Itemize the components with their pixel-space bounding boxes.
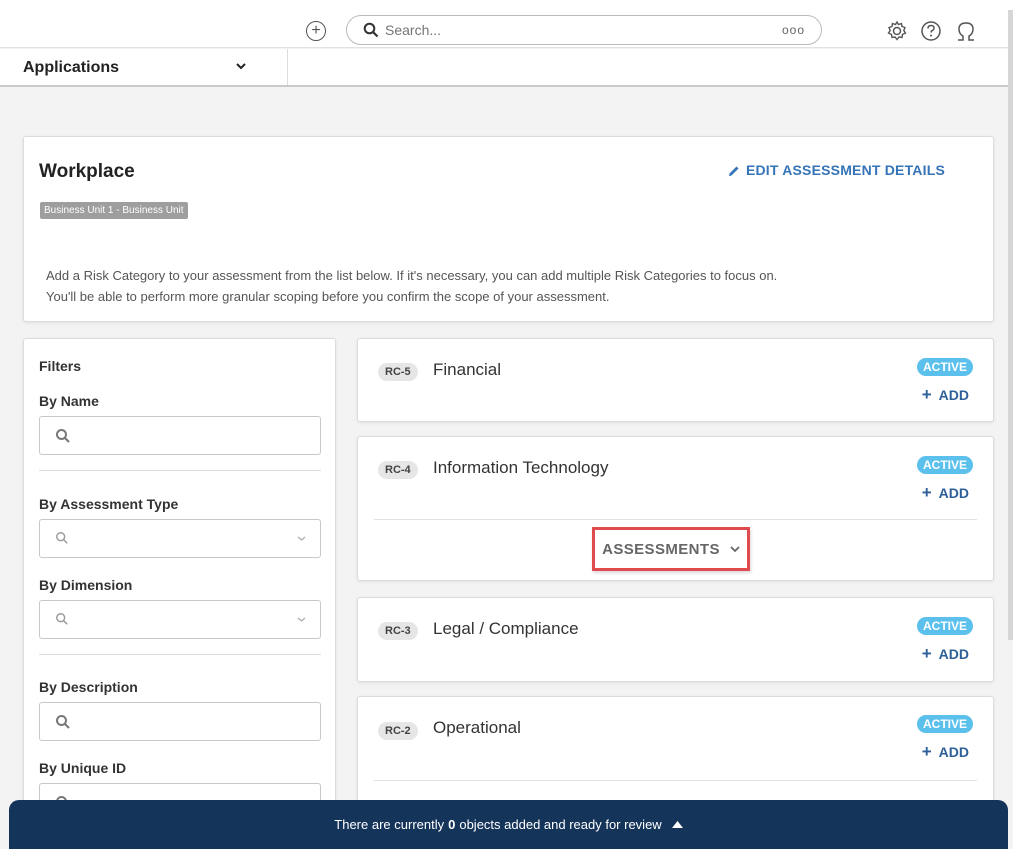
description-filter-input[interactable] (39, 702, 321, 741)
status-badge: ACTIVE (916, 358, 973, 376)
status-badge: ACTIVE (916, 456, 973, 474)
divider (39, 654, 321, 655)
review-text-prefix: There are currently (334, 817, 445, 832)
status-badge: ACTIVE (916, 617, 973, 635)
search-icon (56, 613, 68, 625)
category-name: Financial (433, 360, 502, 379)
description-line-2: You'll be able to perform more granular … (46, 289, 610, 304)
risk-category-card: RC-3 Legal / Compliance ACTIVE + ADD (357, 597, 994, 682)
assessments-toggle-button[interactable]: ASSESSMENTS (592, 527, 750, 571)
add-label: ADD (938, 485, 969, 501)
workplace-card: Workplace Business Unit 1 - Business Uni… (23, 136, 994, 322)
category-code: RC-2 (378, 722, 418, 740)
filters-title: Filters (39, 358, 82, 374)
assessment-type-select[interactable] (39, 519, 321, 558)
search-icon (363, 22, 379, 38)
category-name: Legal / Compliance (433, 619, 579, 638)
search-icon (56, 715, 70, 729)
divider (39, 470, 321, 471)
search-options-icon[interactable]: ooo (782, 23, 805, 37)
caret-up-icon[interactable] (671, 821, 683, 828)
chevron-down-icon (730, 546, 740, 553)
add-button[interactable]: + ADD (922, 483, 969, 503)
description-line-1: Add a Risk Category to your assessment f… (46, 268, 778, 283)
by-name-label: By Name (39, 393, 99, 409)
search-icon (56, 429, 70, 443)
add-button[interactable]: + ADD (922, 644, 969, 664)
scrollbar[interactable] (1008, 10, 1013, 640)
by-description-label: By Description (39, 679, 138, 695)
by-assessment-type-label: By Assessment Type (39, 496, 179, 512)
risk-category-card: RC-5 Financial ACTIVE + ADD (357, 338, 994, 422)
add-label: ADD (938, 387, 969, 403)
search-box[interactable]: ooo (346, 15, 822, 45)
add-label: ADD (938, 744, 969, 760)
chevron-down-icon (236, 63, 246, 70)
review-bar[interactable]: There are currently 0 objects added and … (9, 800, 1008, 849)
chevron-down-icon (297, 617, 306, 622)
user-icon[interactable] (955, 20, 977, 42)
category-name: Operational (433, 718, 521, 737)
category-name: Information Technology (433, 458, 609, 477)
divider (374, 519, 977, 520)
top-bar: + ooo (0, 0, 1013, 48)
divider (374, 780, 977, 781)
add-label: ADD (938, 646, 969, 662)
chevron-down-icon (297, 536, 306, 541)
pencil-icon (728, 166, 739, 176)
assessments-label: ASSESSMENTS (602, 540, 720, 558)
risk-category-card: RC-2 Operational ACTIVE + ADD (357, 696, 994, 816)
plus-circle-icon[interactable]: + (306, 21, 326, 41)
by-dimension-label: By Dimension (39, 577, 133, 593)
category-code: RC-5 (378, 363, 418, 381)
status-badge: ACTIVE (916, 715, 973, 733)
review-text-suffix: objects added and ready for review (459, 817, 662, 832)
business-unit-badge: Business Unit 1 - Business Unit (40, 202, 188, 219)
edit-assessment-details-button[interactable]: EDIT ASSESSMENT DETAILS (728, 162, 945, 178)
by-unique-id-label: By Unique ID (39, 760, 127, 776)
search-icon (56, 532, 68, 544)
review-count: 0 (448, 817, 456, 832)
add-button[interactable]: + ADD (922, 385, 969, 405)
page-title: Workplace (39, 161, 135, 182)
search-input[interactable] (385, 20, 765, 40)
add-button[interactable]: + ADD (922, 742, 969, 762)
filters-panel: Filters By Name By Assessment Type By Di… (23, 338, 336, 822)
applications-label: Applications (23, 59, 120, 76)
assessment-description: Add a Risk Category to your assessment f… (46, 265, 777, 307)
applications-dropdown[interactable]: Applications (0, 49, 288, 85)
applications-bar: Applications (0, 49, 1013, 87)
gear-icon[interactable] (886, 20, 908, 42)
edit-assessment-details-label: EDIT ASSESSMENT DETAILS (745, 162, 945, 178)
dimension-select[interactable] (39, 600, 321, 639)
name-filter-input[interactable] (39, 416, 321, 455)
help-icon[interactable] (920, 20, 942, 42)
category-code: RC-4 (378, 461, 418, 479)
risk-category-card: RC-4 Information Technology ACTIVE + ADD … (357, 436, 994, 581)
category-code: RC-3 (378, 622, 418, 640)
